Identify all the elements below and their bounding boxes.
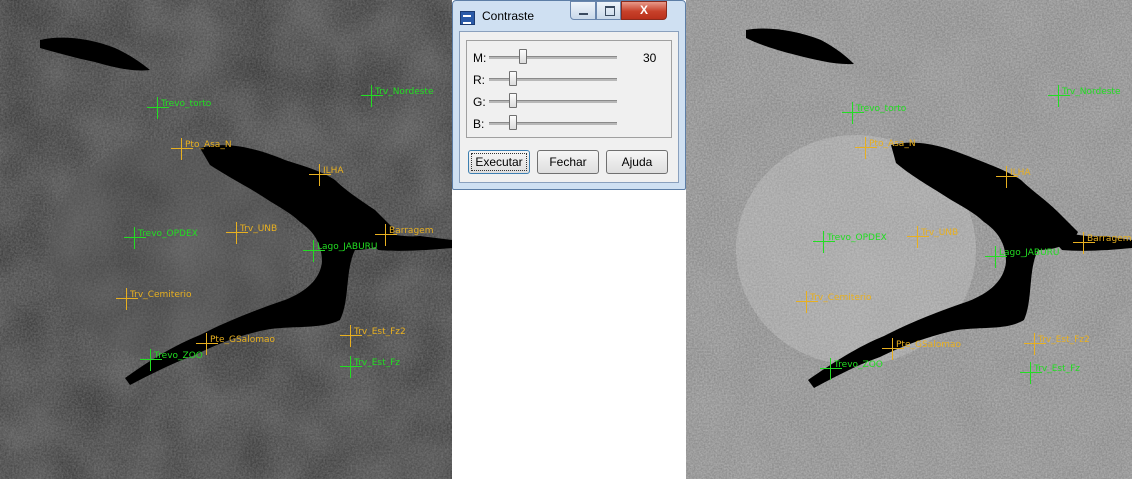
marker-label: Trevo_OPDEX: [827, 233, 887, 243]
marker-label: Trv_Cemiterio: [810, 293, 872, 303]
slider-row-g: G:: [467, 91, 671, 111]
ajuda-button[interactable]: Ajuda: [606, 150, 668, 174]
marker-label: Trevo_ZOO: [834, 360, 883, 370]
minimize-button[interactable]: [570, 1, 596, 20]
marker-label: Trv_Est_Fz2: [354, 327, 406, 337]
marker-label: Trv_UNB: [240, 224, 278, 234]
marker-label: Trevo_OPDEX: [138, 229, 198, 239]
slider-track-m[interactable]: [489, 56, 617, 59]
original-satellite-image[interactable]: Trevo_torto Trv_Nordeste Pto_Asa_N ILHA Trev…: [0, 0, 452, 479]
marker-label: ILHA: [323, 166, 344, 176]
marker-label: Trv_Est_Fz: [1034, 364, 1081, 374]
marker-label: Barragem: [1087, 234, 1132, 244]
marker-label: Trevo_ZOO: [154, 351, 203, 361]
slider-value-m: 30: [643, 51, 657, 65]
slider-label-g: G:: [473, 95, 486, 109]
marker-label: Trv_Nordeste: [1062, 87, 1121, 97]
enhanced-satellite-image[interactable]: Trevo_torto Trv_Nordeste Pto_Asa_N ILHA Trev…: [686, 0, 1132, 479]
slider-group: M: 30 R: G: B:: [466, 40, 672, 138]
marker-label: Trv_UNB: [921, 228, 959, 238]
slider-thumb-m[interactable]: [519, 49, 527, 64]
close-button[interactable]: X: [621, 1, 667, 20]
slider-thumb-r[interactable]: [509, 71, 517, 86]
marker-label: Trv_Est_Fz: [354, 358, 401, 368]
slider-thumb-b[interactable]: [509, 115, 517, 130]
slider-label-r: R:: [473, 73, 485, 87]
marker-label: Barragem: [389, 226, 434, 236]
dialog-client-area: M: 30 R: G: B: Executar Fechar Ajuda: [459, 31, 679, 183]
slider-row-m: M: 30: [467, 47, 671, 67]
marker-label: Lago_JABURU: [317, 242, 378, 252]
marker-label: Trv_Cemiterio: [130, 290, 192, 300]
slider-row-r: R:: [467, 69, 671, 89]
marker-label: Lago_JABURU: [999, 248, 1060, 258]
maximize-button[interactable]: [596, 1, 621, 20]
minimize-icon: [579, 13, 588, 15]
marker-label: Trevo_torto: [161, 99, 212, 109]
maximize-icon: [605, 6, 615, 16]
dialog-titlebar[interactable]: Contraste X: [453, 1, 685, 31]
marker-label: Pte_GSalomao: [896, 340, 961, 350]
slider-thumb-g[interactable]: [509, 93, 517, 108]
contrast-dialog: Contraste X M: 30 R: G: B: Executar Fech…: [452, 0, 686, 190]
slider-label-m: M:: [473, 51, 487, 65]
executar-button[interactable]: Executar: [468, 150, 530, 174]
app-icon: [460, 11, 475, 25]
marker-label: ILHA: [1010, 168, 1031, 178]
marker-label: Pte_GSalomao: [210, 335, 275, 345]
marker-label: Pto_Asa_N: [869, 139, 916, 149]
marker-label: Trv_Est_Fz2: [1038, 335, 1090, 345]
slider-row-b: B:: [467, 113, 671, 133]
dialog-title: Contraste: [482, 9, 535, 23]
slider-label-b: B:: [473, 117, 485, 131]
marker-label: Trevo_torto: [856, 104, 907, 114]
close-icon: X: [639, 3, 648, 17]
marker-label: Trv_Nordeste: [375, 87, 434, 97]
marker-label: Pto_Asa_N: [185, 140, 232, 150]
fechar-button[interactable]: Fechar: [537, 150, 599, 174]
